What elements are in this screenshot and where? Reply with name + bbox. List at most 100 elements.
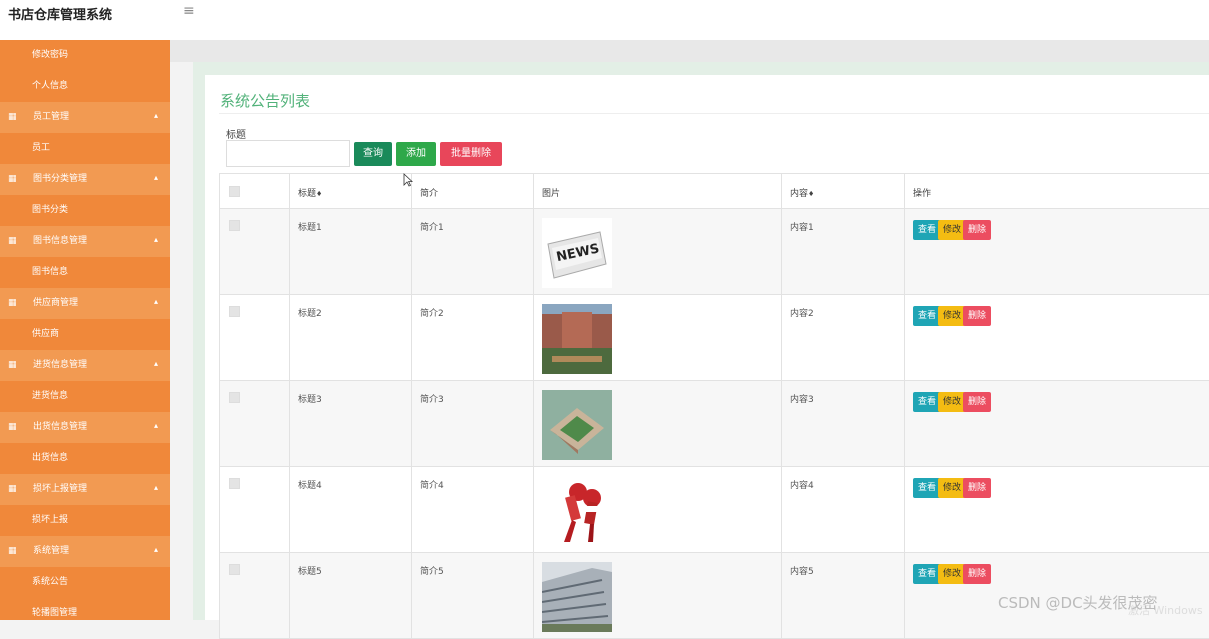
sort-icon[interactable]: ♦: [808, 190, 814, 198]
edit-button[interactable]: 修改: [938, 392, 966, 412]
view-button[interactable]: 查看: [913, 306, 941, 326]
delete-button[interactable]: 删除: [963, 220, 991, 240]
sidebar-group-label: 进货信息管理: [33, 350, 87, 381]
caret-up-icon: ▴: [154, 472, 158, 503]
grid-icon: ▦: [8, 536, 17, 567]
sidebar-item-3[interactable]: 员工: [0, 133, 170, 164]
sidebar-item-label: 图书信息: [32, 267, 68, 277]
sidebar-group-label: 出货信息管理: [33, 412, 87, 443]
sidebar: 修改密码个人信息▦员工管理▴ 员工 ▦图书分类管理▴图书分类▦图书信息管理▴ 图书信息…: [0, 40, 170, 620]
title-cell: 标题1: [290, 209, 412, 295]
search-label: 标题: [226, 126, 246, 141]
sidebar-item-label: 员工: [32, 143, 50, 153]
row-checkbox[interactable]: [229, 564, 240, 575]
sidebar-item-18[interactable]: 轮播图管理: [0, 598, 170, 620]
sidebar-group-8[interactable]: ▦供应商管理▴: [0, 288, 170, 319]
view-button[interactable]: 查看: [913, 478, 941, 498]
live-microphone-image: [542, 476, 773, 546]
row-checkbox[interactable]: [229, 306, 240, 317]
sidebar-group-14[interactable]: ▦ 损坏上报管理 ▴: [0, 474, 170, 505]
edit-button[interactable]: 修改: [938, 220, 966, 240]
row-checkbox[interactable]: [229, 478, 240, 489]
table-row: 标题2简介2内容2查看修改删除: [220, 295, 1209, 381]
row-checkbox[interactable]: [229, 220, 240, 231]
header-actions: 操作: [905, 174, 1209, 209]
aerial-campus-image: [542, 390, 773, 460]
delete-button[interactable]: 删除: [963, 564, 991, 584]
row-checkbox[interactable]: [229, 392, 240, 403]
grid-icon: ▦: [8, 474, 17, 505]
header-image: 图片: [534, 174, 782, 209]
sort-icon[interactable]: ♦: [316, 190, 322, 198]
image-cell: [534, 295, 782, 381]
header-title[interactable]: 标题♦: [290, 174, 412, 209]
caret-up-icon: ▴: [154, 348, 158, 379]
menu-toggle-icon[interactable]: ≡: [183, 3, 195, 19]
sidebar-item-17[interactable]: 系统公告: [0, 567, 170, 598]
grid-icon: ▦: [8, 350, 17, 381]
edit-button[interactable]: 修改: [938, 564, 966, 584]
sidebar-item-15[interactable]: 损坏上报: [0, 505, 170, 536]
row-select-cell: [220, 209, 290, 295]
title-cell: 标题5: [290, 553, 412, 639]
sidebar-item-9[interactable]: 供应商: [0, 319, 170, 350]
sidebar-item-0[interactable]: 修改密码: [0, 40, 170, 71]
grid-icon: ▦: [8, 164, 17, 195]
image-cell: [534, 381, 782, 467]
sidebar-group-2[interactable]: ▦员工管理▴: [0, 102, 170, 133]
caret-up-icon: ▴: [154, 162, 158, 193]
content-cell: 内容1: [782, 209, 905, 295]
sidebar-item-label: 修改密码: [32, 50, 68, 60]
view-button[interactable]: 查看: [913, 564, 941, 584]
sidebar-group-6[interactable]: ▦图书信息管理▴: [0, 226, 170, 257]
bulk-delete-button[interactable]: 批量删除: [440, 142, 502, 166]
sidebar-item-5[interactable]: 图书分类: [0, 195, 170, 226]
grid-icon: ▦: [8, 102, 17, 133]
table-row: 标题1简介1NEWS内容1查看修改删除: [220, 209, 1209, 295]
table-header-row: 标题♦ 简介 图片 内容♦ 操作: [220, 174, 1209, 209]
edit-button[interactable]: 修改: [938, 478, 966, 498]
sidebar-item-13[interactable]: 出货信息: [0, 443, 170, 474]
view-button[interactable]: 查看: [913, 392, 941, 412]
sidebar-item-1[interactable]: 个人信息: [0, 71, 170, 102]
sidebar-group-label: 损坏上报管理: [33, 474, 87, 505]
caret-up-icon: ▴: [154, 286, 158, 317]
header-content[interactable]: 内容♦: [782, 174, 905, 209]
query-button[interactable]: 查询: [354, 142, 392, 166]
row-select-cell: [220, 467, 290, 553]
sidebar-group-label: 系统管理: [33, 536, 69, 567]
edit-button[interactable]: 修改: [938, 306, 966, 326]
csdn-watermark: CSDN @DC头发很茂密: [998, 592, 1158, 613]
header-title-label: 标题: [298, 189, 316, 199]
newspaper-image: NEWS: [542, 218, 773, 288]
add-button[interactable]: 添加: [396, 142, 436, 166]
select-all-checkbox[interactable]: [229, 186, 240, 197]
sidebar-item-label: 出货信息: [32, 453, 68, 463]
content-header-strip: [170, 40, 1209, 62]
sidebar-group-12[interactable]: ▦出货信息管理▴: [0, 412, 170, 443]
intro-cell: 简介3: [412, 381, 534, 467]
sidebar-item-11[interactable]: 进货信息: [0, 381, 170, 412]
top-bar: 书店仓库管理系统 ≡: [0, 0, 1209, 40]
view-button[interactable]: 查看: [913, 220, 941, 240]
sidebar-group-4[interactable]: ▦图书分类管理▴: [0, 164, 170, 195]
search-input[interactable]: [226, 140, 350, 167]
delete-button[interactable]: 删除: [963, 478, 991, 498]
caret-up-icon: ▴: [154, 534, 158, 565]
row-select-cell: [220, 381, 290, 467]
sidebar-group-16[interactable]: ▦ 系统管理 ▴: [0, 536, 170, 567]
content-cell: 内容2: [782, 295, 905, 381]
caret-up-icon: ▴: [154, 410, 158, 441]
sidebar-item-label: 损坏上报: [32, 515, 68, 525]
content-cell: 内容3: [782, 381, 905, 467]
delete-button[interactable]: 删除: [963, 306, 991, 326]
delete-button[interactable]: 删除: [963, 392, 991, 412]
header-intro-label: 简介: [420, 189, 438, 199]
app-title: 书店仓库管理系统: [8, 4, 112, 23]
sidebar-group-10[interactable]: ▦ 进货信息管理 ▴: [0, 350, 170, 381]
image-cell: [534, 467, 782, 553]
title-cell: 标题4: [290, 467, 412, 553]
sidebar-item-7[interactable]: 图书信息: [0, 257, 170, 288]
header-content-label: 内容: [790, 189, 808, 199]
caret-up-icon: ▴: [154, 100, 158, 131]
